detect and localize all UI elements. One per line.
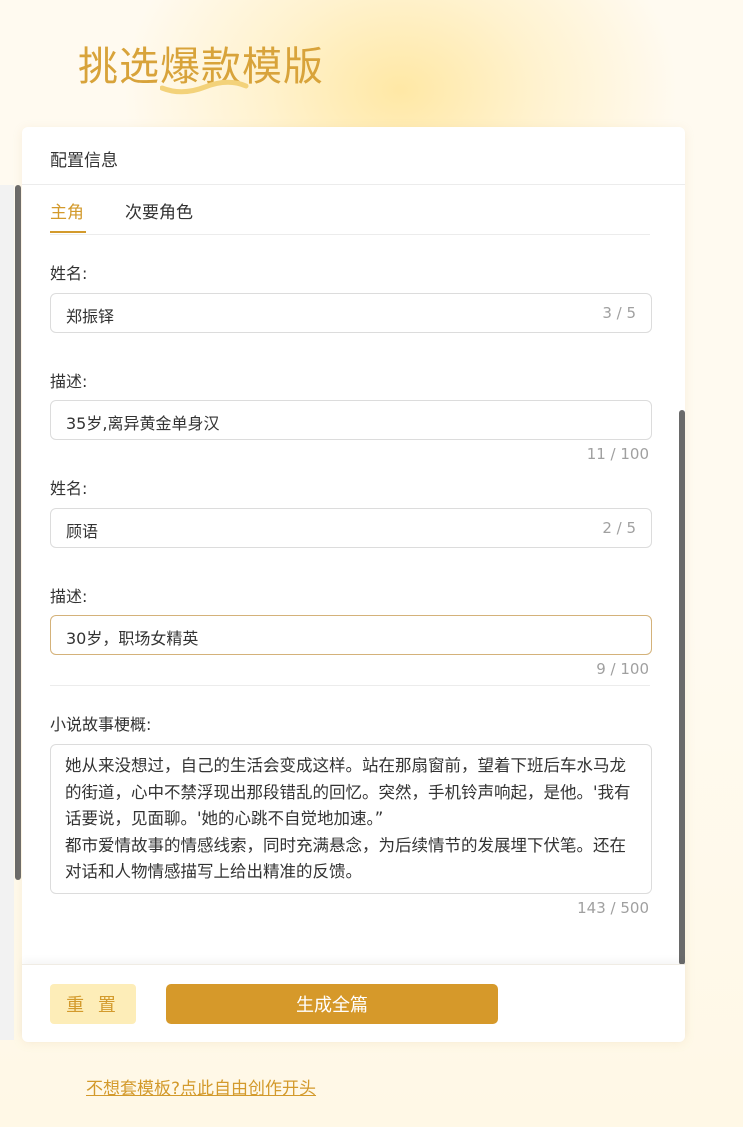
free-create-link[interactable]: 不想套模板?点此自由创作开头 (86, 1074, 316, 1099)
description-input-2[interactable]: 30岁，职场女精英 (50, 615, 652, 655)
left-panel-edge (0, 185, 14, 1040)
description-input-1[interactable]: 35岁,离异黄金单身汉 (50, 400, 652, 440)
character-tabs: 主角 次要角色 (50, 185, 650, 235)
name-label: 姓名: (50, 479, 88, 498)
name-input-value: 顾语 (66, 522, 99, 541)
description-label: 描述: (50, 587, 88, 606)
description-input-value: 30岁，职场女精英 (66, 629, 199, 648)
synopsis-text: 她从来没想过，自己的生活会变成这样。站在那扇窗前，望着下班后车水马龙的街道，心中… (65, 756, 631, 881)
tab-supporting-role[interactable]: 次要角色 (125, 198, 193, 223)
description-char-count: 9 / 100 (596, 660, 649, 678)
section-divider (50, 685, 650, 686)
card-header-title: 配置信息 (50, 151, 118, 171)
name-char-count: 3 / 5 (602, 304, 636, 322)
card-footer: 重 置 生成全篇 (22, 964, 685, 1042)
name-label: 姓名: (50, 264, 88, 283)
tab-active-underline (50, 231, 86, 233)
card-header: 配置信息 (22, 127, 685, 185)
tab-protagonist[interactable]: 主角 (50, 198, 84, 223)
reset-button[interactable]: 重 置 (50, 984, 136, 1024)
synopsis-textarea[interactable]: 她从来没想过，自己的生活会变成这样。站在那扇窗前，望着下班后车水马龙的街道，心中… (50, 744, 652, 894)
description-char-count: 11 / 100 (586, 445, 649, 463)
generate-full-button[interactable]: 生成全篇 (166, 984, 498, 1024)
description-input-value: 35岁,离异黄金单身汉 (66, 414, 220, 433)
left-scrollbar[interactable] (15, 185, 21, 880)
synopsis-char-count: 143 / 500 (577, 899, 649, 917)
title-squiggle-decoration (160, 79, 249, 95)
config-card: 配置信息 主角 次要角色 姓名: 郑振铎 3 / 5 描述: 35岁,离异黄金单… (22, 127, 685, 1042)
synopsis-label: 小说故事梗概: (50, 715, 152, 734)
card-scrollbar[interactable] (679, 410, 685, 965)
name-char-count: 2 / 5 (602, 519, 636, 537)
description-label: 描述: (50, 372, 88, 391)
name-input-1[interactable]: 郑振铎 3 / 5 (50, 293, 652, 333)
name-input-value: 郑振铎 (66, 307, 115, 326)
name-input-2[interactable]: 顾语 2 / 5 (50, 508, 652, 548)
